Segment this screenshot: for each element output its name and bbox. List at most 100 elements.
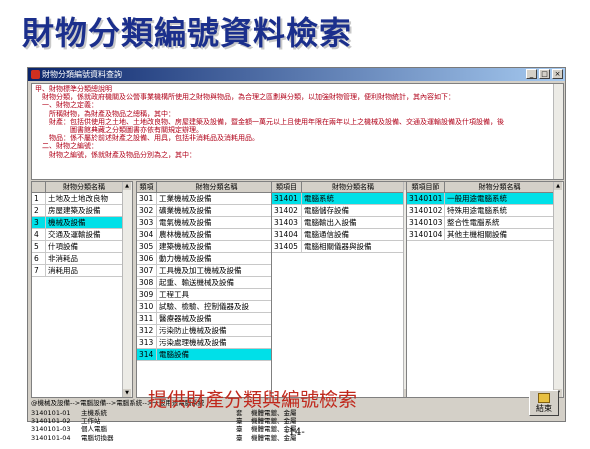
row-name: 機械及設備 (46, 217, 123, 228)
row-name: 工業機械及設備 (157, 193, 277, 204)
row-code: 313 (137, 337, 157, 348)
row-code: 314 (137, 349, 157, 360)
row-code: 3140104 (407, 229, 445, 240)
info-line: 所稱財物，為財產及物品之總稱，其中： (35, 109, 175, 118)
row-code: 31402 (272, 205, 302, 216)
row-name: 一般用途電腦系統 (445, 193, 555, 204)
row-code: 3 (32, 217, 46, 228)
window-titlebar[interactable]: 財物分類編號資料查詢 _ □ × (28, 68, 565, 81)
list-row[interactable]: 5 什項設備 (32, 241, 132, 253)
close-button[interactable]: × (552, 69, 563, 79)
column-header[interactable]: 財物分類名稱 (302, 182, 405, 192)
row-code: 4 (32, 229, 46, 240)
row-name: 電氣機械及設備 (157, 217, 277, 228)
row-name: 工程工具 (157, 289, 277, 300)
row-name: 電腦系統 (302, 193, 405, 204)
column-header[interactable]: 財物分類名稱 (157, 182, 277, 192)
class-list[interactable]: 類項 財物分類名稱 301 工業機械及設備 302 礦業機械及設備 303 電氣機械及設備 30… (136, 181, 286, 398)
row-code: 5 (32, 241, 46, 252)
minimize-button[interactable]: _ (526, 69, 537, 79)
slide-title: 財物分類編號資料檢索 (22, 14, 353, 52)
exit-button-label: 結束 (536, 404, 552, 413)
list-row[interactable]: 305 建築機械及設備 (137, 241, 285, 253)
list-row[interactable]: 2 房屋建築及設備 (32, 205, 132, 217)
list-row[interactable]: 312 污染防止機械及設備 (137, 325, 285, 337)
row-code: 311 (137, 313, 157, 324)
info-line: 財物分類，係就政府機關及公營事業機構所使用之財物與物品，為合理之區劃與分類，以加… (35, 93, 455, 102)
list-row[interactable]: 311 醫療器械及設備 (137, 313, 285, 325)
list-row[interactable]: 3140104 其他主機相關設備 (407, 229, 563, 241)
row-code: 7 (32, 265, 46, 276)
list-row[interactable]: 31403 電腦輸出入設備 (272, 217, 413, 229)
row-name: 動力機械及設備 (157, 253, 277, 264)
list-row[interactable]: 31402 電腦儲存設備 (272, 205, 413, 217)
list-row[interactable]: 313 污染處理機械及設備 (137, 337, 285, 349)
row-code: 302 (137, 205, 157, 216)
row-code: 310 (137, 301, 157, 312)
row-name: 礦業機械及設備 (157, 205, 277, 216)
list-row[interactable]: 3 機械及設備 (32, 217, 132, 229)
list-row[interactable]: 4 交通及運輸設備 (32, 229, 132, 241)
list-row[interactable]: 306 動力機械及設備 (137, 253, 285, 265)
list-row[interactable]: 31401 電腦系統 (272, 193, 413, 205)
column-header[interactable]: 財物分類名稱 (46, 182, 123, 192)
list-scrollbar[interactable]: ▲▼ (122, 182, 132, 397)
window-title: 財物分類編號資料查詢 (42, 70, 122, 79)
list-row[interactable]: 307 工具機及加工機械及設備 (137, 265, 285, 277)
row-code: 3140101 (407, 193, 445, 204)
info-line: 一、財物之定義： (35, 101, 98, 110)
row-code: 31401 (272, 193, 302, 204)
column-header[interactable]: 類項 (137, 182, 157, 192)
row-name: 起重、輸送機械及設備 (157, 277, 277, 288)
list-row[interactable]: 302 礦業機械及設備 (137, 205, 285, 217)
list-row[interactable]: 301 工業機械及設備 (137, 193, 285, 205)
row-code: 6 (32, 253, 46, 264)
info-line: 財物之編號，係就財產及物品分別為之，其中： (35, 150, 196, 159)
info-line: 甲、財物標準分類總說明 (35, 85, 112, 93)
list-row[interactable]: 314 電腦設備 (137, 349, 285, 361)
row-code: 306 (137, 253, 157, 264)
list-row[interactable]: 308 起重、輸送機械及設備 (137, 277, 285, 289)
column-header[interactable]: 財物分類名稱 (445, 182, 555, 192)
row-name: 其他主機相關設備 (445, 229, 555, 240)
list-scrollbar[interactable]: ▲▼ (553, 182, 563, 397)
row-code: 303 (137, 217, 157, 228)
list-row[interactable]: 310 試驗、檢驗、控制儀器及設 (137, 301, 285, 313)
row-code: 31404 (272, 229, 302, 240)
column-header[interactable]: 類項目 (272, 182, 302, 192)
list-row[interactable]: 3140101 一般用途電腦系統 (407, 193, 563, 205)
list-row[interactable]: 309 工程工具 (137, 289, 285, 301)
list-row[interactable]: 304 農林機械及設備 (137, 229, 285, 241)
column-header[interactable]: 類項目節 (407, 182, 445, 192)
list-row[interactable]: 7 消耗用品 (32, 265, 132, 277)
row-name: 電腦通信設備 (302, 229, 405, 240)
scroll-up-icon[interactable]: ▲ (554, 182, 562, 190)
row-code: 312 (137, 325, 157, 336)
column-header[interactable] (32, 182, 46, 192)
row-name: 消耗用品 (46, 265, 123, 276)
info-line: 圖書館典藏之分類圖書亦依有關規定辦理。 (35, 126, 203, 135)
list-row[interactable]: 3140102 特殊用途電腦系統 (407, 205, 563, 217)
exit-button[interactable]: 結束 (529, 390, 559, 416)
list-row[interactable]: 31405 電腦相關儀器與設備 (272, 241, 413, 253)
list-row[interactable]: 1 土地及土地改良物 (32, 193, 132, 205)
row-code: 31403 (272, 217, 302, 228)
maximize-button[interactable]: □ (539, 69, 550, 79)
row-name: 電腦輸出入設備 (302, 217, 405, 228)
list-row[interactable]: 303 電氣機械及設備 (137, 217, 285, 229)
category-list[interactable]: 財物分類名稱 1 土地及土地改良物 2 房屋建築及設備 3 機械及設備 4 交通及運輸設備 5 什項… (31, 181, 133, 398)
scroll-up-icon[interactable]: ▲ (123, 182, 131, 190)
classification-description[interactable]: 甲、財物標準分類總說明 財物分類，係就政府機關及公營事業機構所使用之財物與物品，… (31, 83, 564, 180)
subitem-list[interactable]: 類項目節 財物分類名稱 3140101 一般用途電腦系統 3140102 特殊用途電腦系統… (406, 181, 564, 398)
row-code: 1 (32, 193, 46, 204)
row-name: 農林機械及設備 (157, 229, 277, 240)
info-scrollbar[interactable] (553, 84, 563, 179)
list-row[interactable]: 3140103 整合性電腦系統 (407, 217, 563, 229)
row-name: 交通及運輸設備 (46, 229, 123, 240)
list-row[interactable]: 6 非消耗品 (32, 253, 132, 265)
scroll-down-icon[interactable]: ▼ (123, 389, 131, 397)
row-name: 土地及土地改良物 (46, 193, 123, 204)
item-list[interactable]: 類項目 財物分類名稱 31401 電腦系統 31402 電腦儲存設備 31403 電腦輸出入設… (271, 181, 414, 398)
list-row[interactable]: 31404 電腦通信設備 (272, 229, 413, 241)
page-number: -14- (285, 427, 305, 438)
